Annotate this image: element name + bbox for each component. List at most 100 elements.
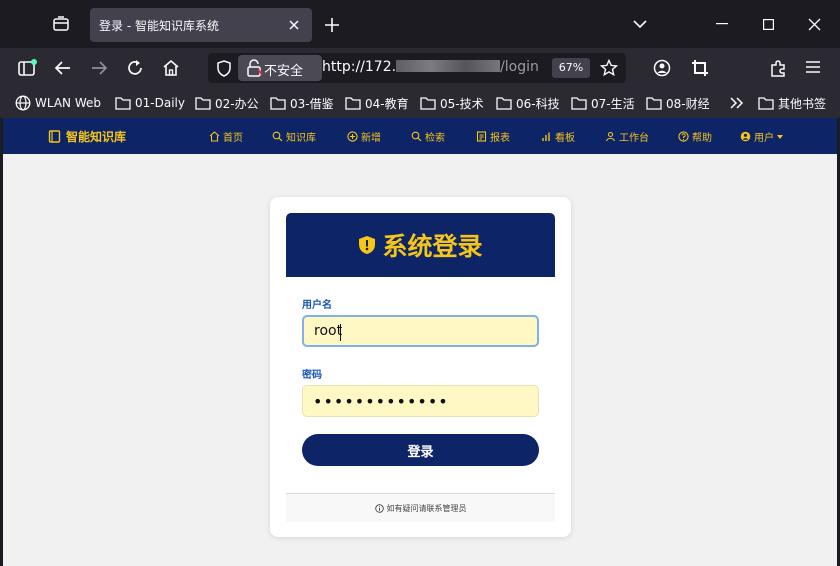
nav-item-label: 报表 [490,133,510,144]
nav-item-add[interactable]: 新增 [347,129,381,144]
login-title: 系统登录 [382,232,483,261]
address-bar[interactable]: 不安全 http://172. /login 67% [208,53,626,83]
app-navbar: 智能知识库 首页 知识库 新增 检索 报表 看板 工作台 帮助 用户 [3,118,837,154]
folder-icon [115,97,131,110]
bookmark-label: 03-借鉴 [290,96,334,111]
close-window-icon[interactable] [808,18,821,31]
nav-item-reports[interactable]: 报表 [476,129,510,144]
text-cursor [340,324,341,341]
nav-item-label: 新增 [361,133,381,144]
bookmark-label: 05-技术 [440,96,484,111]
search-icon [272,131,283,142]
home-icon [209,131,220,142]
bookmark-star-icon[interactable] [600,59,618,77]
folder-icon [420,97,436,110]
bookmark-label: 02-办公 [215,96,259,111]
globe-icon [15,95,31,111]
username-input[interactable] [302,315,539,347]
crop-screenshot-icon[interactable] [691,59,709,77]
bookmark-folder[interactable]: 08-财经 [646,93,710,113]
minimize-window-icon[interactable] [716,23,728,25]
new-tab-plus-icon[interactable] [324,17,340,33]
browser-tab-active[interactable]: 登录 - 智能知识库系统 [90,8,312,42]
not-secure-label: 不安全 [264,64,304,79]
shield-icon [359,236,376,254]
sidebar-toggle-icon[interactable] [18,59,38,77]
forward-arrow-icon[interactable] [90,59,108,77]
login-card-footer: 如有疑问请联系管理员 [286,493,555,522]
connection-not-secure-indicator[interactable]: 不安全 [238,55,322,81]
nav-item-label: 检索 [425,133,445,144]
browser-navigation-toolbar: 不安全 http://172. /login 67% [0,48,840,88]
nav-item-label: 首页 [223,133,243,144]
chevron-down-icon[interactable] [633,19,647,29]
folder-icon [646,97,662,110]
login-submit-button[interactable]: 登录 [302,434,539,466]
help-icon [678,131,689,142]
bookmark-label: 08-财经 [666,96,710,111]
bookmark-label: 04-教育 [365,96,409,111]
other-bookmarks-label: 其他书签 [778,96,827,111]
nav-item-search[interactable]: 检索 [411,129,445,144]
app-brand[interactable]: 智能知识库 [48,128,126,145]
account-icon[interactable] [653,59,671,77]
url-path: /login [500,59,539,75]
bookmark-folder[interactable]: 01-Daily [115,93,185,113]
folder-icon [270,97,286,110]
nav-item-label: 看板 [555,133,575,144]
nav-item-user-dropdown[interactable]: 用户 [740,129,783,144]
extensions-puzzle-icon[interactable] [769,59,787,77]
bookmark-folder[interactable]: 06-科技 [496,93,560,113]
close-tab-icon[interactable] [288,19,300,31]
nav-item-label: 帮助 [692,133,712,144]
bookmark-label: 07-生活 [591,96,635,111]
app-brand-label: 智能知识库 [66,130,127,144]
bar-chart-icon [542,132,550,141]
bookmark-label: 01-Daily [135,96,185,110]
folder-icon [571,97,587,110]
double-chevron-right-icon[interactable] [730,97,744,109]
folder-icon [195,97,211,110]
password-input[interactable] [302,385,539,417]
maximize-window-icon[interactable] [763,19,774,30]
broken-lock-icon [246,59,262,77]
plus-circle-icon [347,131,358,142]
nav-item-help[interactable]: 帮助 [678,129,712,144]
other-bookmarks-folder[interactable]: 其他书签 [758,93,826,113]
report-icon [476,131,487,142]
nav-item-home[interactable]: 首页 [209,129,243,144]
url-text[interactable]: http://172. /login [322,59,539,75]
password-label: 密码 [302,370,322,381]
bookmark-folder[interactable]: 03-借鉴 [270,93,334,113]
nav-item-dashboard[interactable]: 看板 [541,129,575,144]
back-arrow-icon[interactable] [54,59,72,77]
tab-title: 登录 - 智能知识库系统 [99,19,219,33]
folder-icon [345,97,361,110]
bookmark-folder[interactable]: 02-办公 [195,93,259,113]
folder-icon [496,97,512,110]
caret-down-icon [777,134,783,139]
nav-item-workbench[interactable]: 工作台 [605,129,649,144]
bookmark-label: WLAN Web [35,96,101,110]
info-icon [374,503,384,513]
nav-item-label: 工作台 [619,133,649,144]
redacted-ip-blur [396,60,501,72]
search-icon [411,131,422,142]
bookmark-item[interactable]: WLAN Web [15,93,101,113]
book-icon [48,130,61,143]
menu-hamburger-icon[interactable] [805,59,821,75]
footer-note: 如有疑问请联系管理员 [386,503,467,513]
bookmark-folder[interactable]: 07-生活 [571,93,635,113]
browser-tab-bar: 登录 - 智能知识库系统 [0,0,840,48]
bookmark-folder[interactable]: 05-技术 [420,93,484,113]
nav-item-label: 用户 [754,133,774,144]
user-circle-icon [740,131,751,142]
home-icon[interactable] [162,59,180,77]
tracking-protection-shield-icon[interactable] [216,60,232,77]
list-all-tabs-icon[interactable] [52,15,70,33]
zoom-level-button[interactable]: 67% [552,58,590,78]
bookmark-folder[interactable]: 04-教育 [345,93,409,113]
reload-icon[interactable] [126,59,144,77]
nav-item-knowledge-base[interactable]: 知识库 [272,129,316,144]
bookmark-label: 06-科技 [516,96,560,111]
